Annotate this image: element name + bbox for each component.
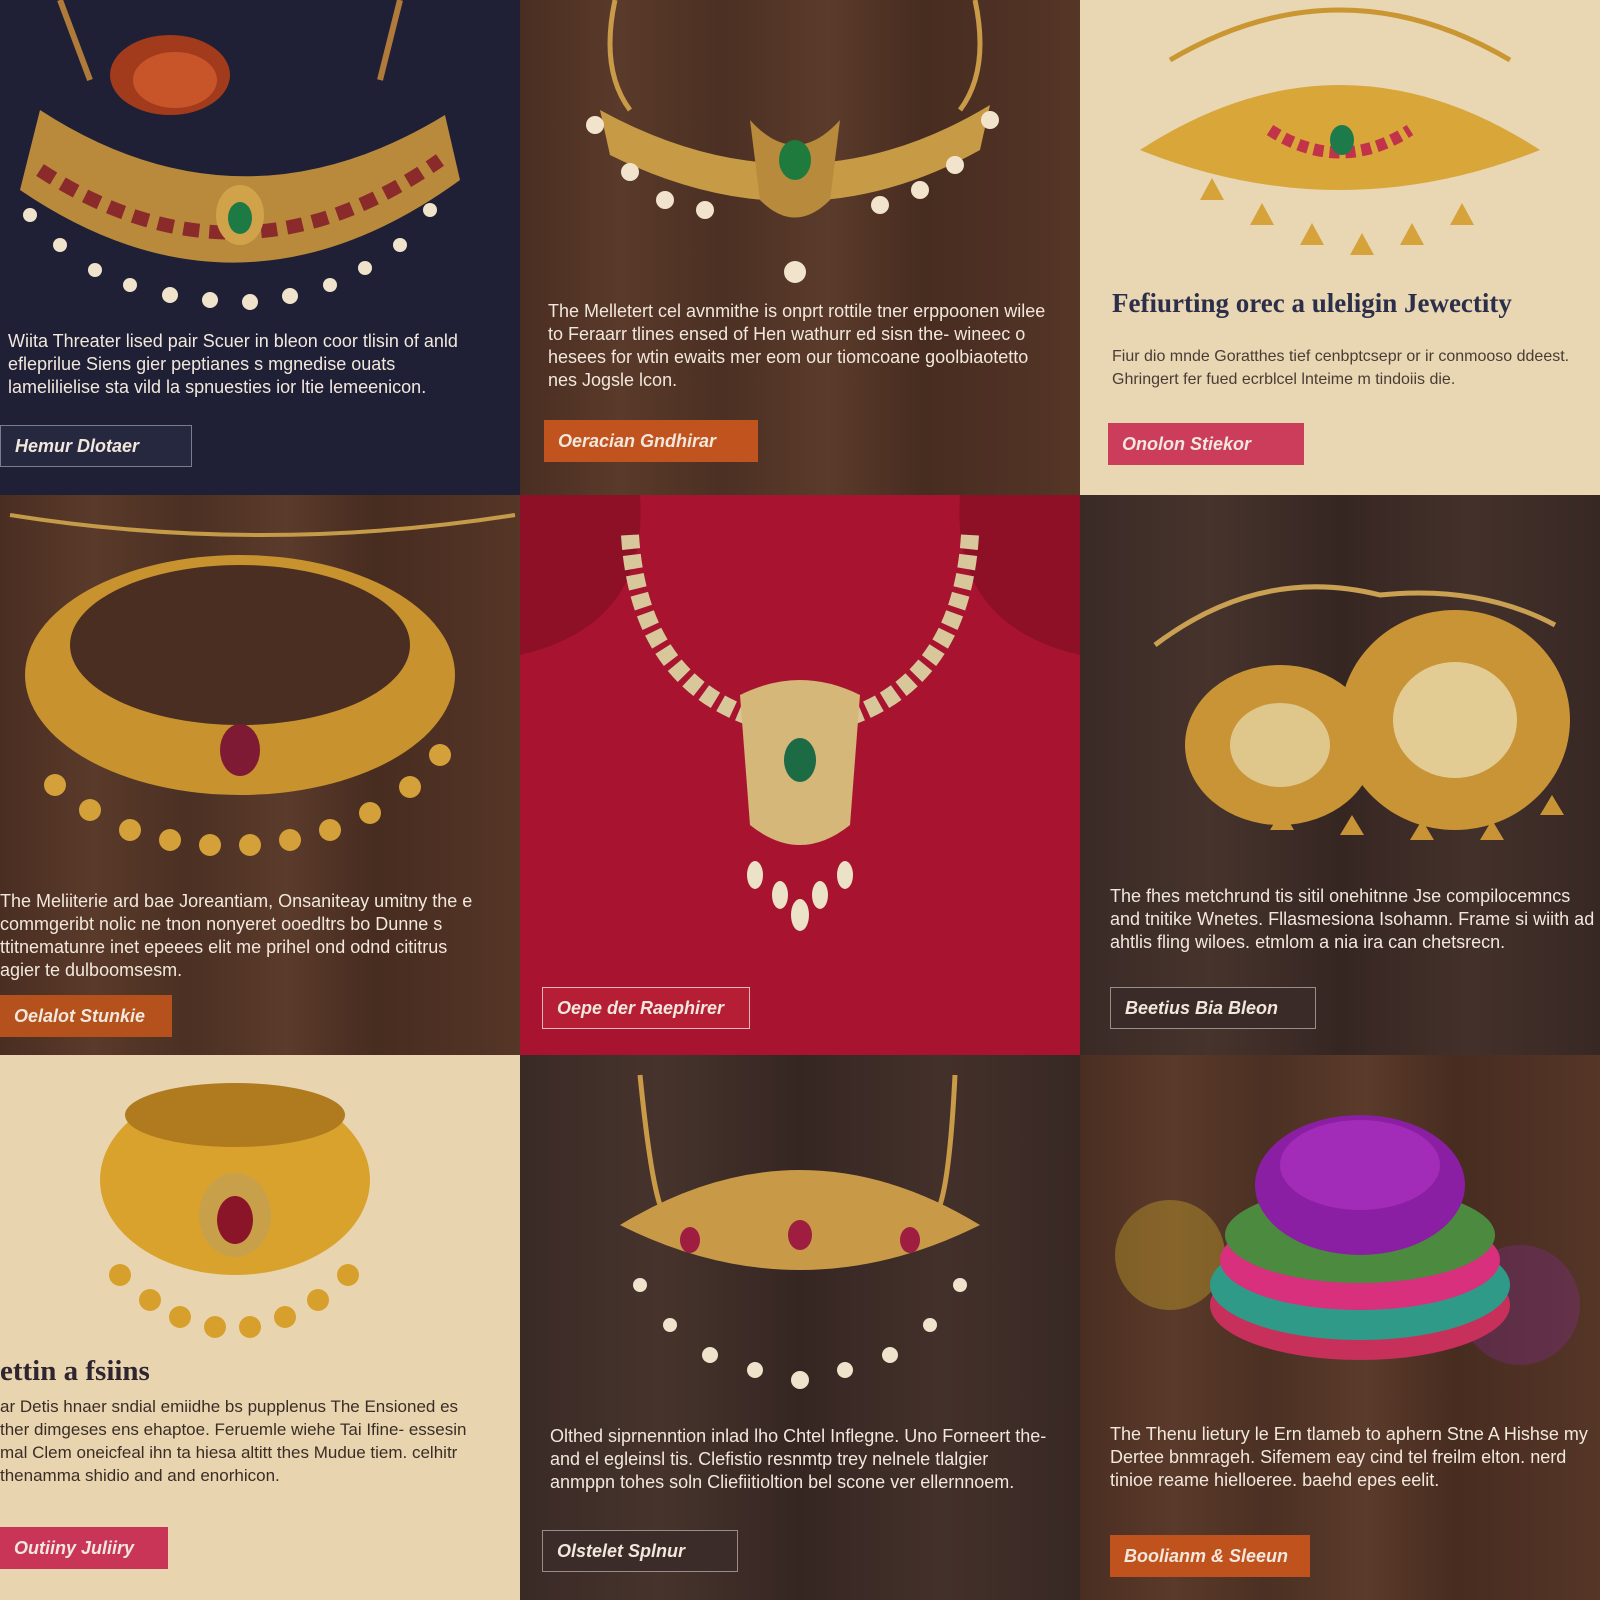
necklace-image-3 bbox=[1140, 7, 1540, 255]
tile-2: The Melletert cel avnmithe is onprt rott… bbox=[520, 0, 1080, 495]
tile-7-button[interactable]: Outiiny Juliiry bbox=[0, 1527, 168, 1569]
tile-5-button[interactable]: Oepe der Raephirer bbox=[542, 987, 750, 1029]
necklace-image-8 bbox=[620, 1074, 980, 1389]
tile-2-description: The Melletert cel avnmithe is onprt rott… bbox=[548, 301, 1046, 390]
necklace-on-bust-image-5 bbox=[520, 495, 1080, 1055]
tile-6-button[interactable]: Beetius Bia Bleon bbox=[1110, 987, 1316, 1029]
tile-8: Olthed siprnenntion inlad lho Chtel Infl… bbox=[520, 1055, 1080, 1600]
tile-3: Fefiurting orec a uleligin Jewectity Fiu… bbox=[1080, 0, 1600, 495]
tile-7-title: ettin a fsiins bbox=[0, 1355, 150, 1387]
bracelet-image-6 bbox=[1153, 584, 1570, 840]
necklace-image-1 bbox=[20, 0, 460, 310]
tile-3-description: Fiur dio mnde Goratthes tief cenbptcsepr… bbox=[1112, 348, 1570, 388]
tile-6: The fhes metchrund tis sitil onehitnne J… bbox=[1080, 495, 1600, 1055]
tile-2-button[interactable]: Oeracian Gndhirar bbox=[544, 420, 758, 462]
tile-6-description: The fhes metchrund tis sitil onehitnne J… bbox=[1110, 886, 1595, 952]
colored-bangles-image-9 bbox=[1115, 1115, 1580, 1365]
tile-9-button[interactable]: Boolianm & Sleeun bbox=[1110, 1535, 1310, 1577]
tile-3-title: Fefiurting orec a uleligin Jewectity bbox=[1112, 288, 1512, 318]
jewellery-collage: Wiita Threater lised pair Scuer in bleon… bbox=[0, 0, 1600, 1600]
tile-4: The Meliiterie ard bae Joreantiam, Onsan… bbox=[0, 495, 520, 1055]
tile-9-description: The Thenu lietury le Ern tlameb to apher… bbox=[1110, 1424, 1588, 1490]
tile-9: The Thenu lietury le Ern tlameb to apher… bbox=[1080, 1055, 1600, 1600]
tile-3-button[interactable]: Onolon Stiekor bbox=[1108, 423, 1304, 465]
tile-8-description: Olthed siprnenntion inlad lho Chtel Infl… bbox=[550, 1426, 1047, 1492]
tile-8-button[interactable]: Olstelet Splnur bbox=[542, 1530, 738, 1572]
tile-4-button[interactable]: Oelalot Stunkie bbox=[0, 995, 172, 1037]
tile-1-button[interactable]: Hemur Dlotaer bbox=[0, 425, 192, 467]
tile-1: Wiita Threater lised pair Scuer in bleon… bbox=[0, 0, 520, 495]
tile-7: ettin a fsiins ar Detis hnaer sndial emi… bbox=[0, 1055, 520, 1600]
tile-5: Oepe der Raephirer bbox=[520, 495, 1080, 1055]
bangle-image-7 bbox=[100, 1083, 370, 1338]
tile-7-description: ar Detis hnaer sndial emiidhe bs pupplen… bbox=[0, 1397, 467, 1485]
tile-4-description: The Meliiterie ard bae Joreantiam, Onsan… bbox=[0, 891, 473, 980]
tile-1-description: Wiita Threater lised pair Scuer in bleon… bbox=[8, 331, 458, 397]
